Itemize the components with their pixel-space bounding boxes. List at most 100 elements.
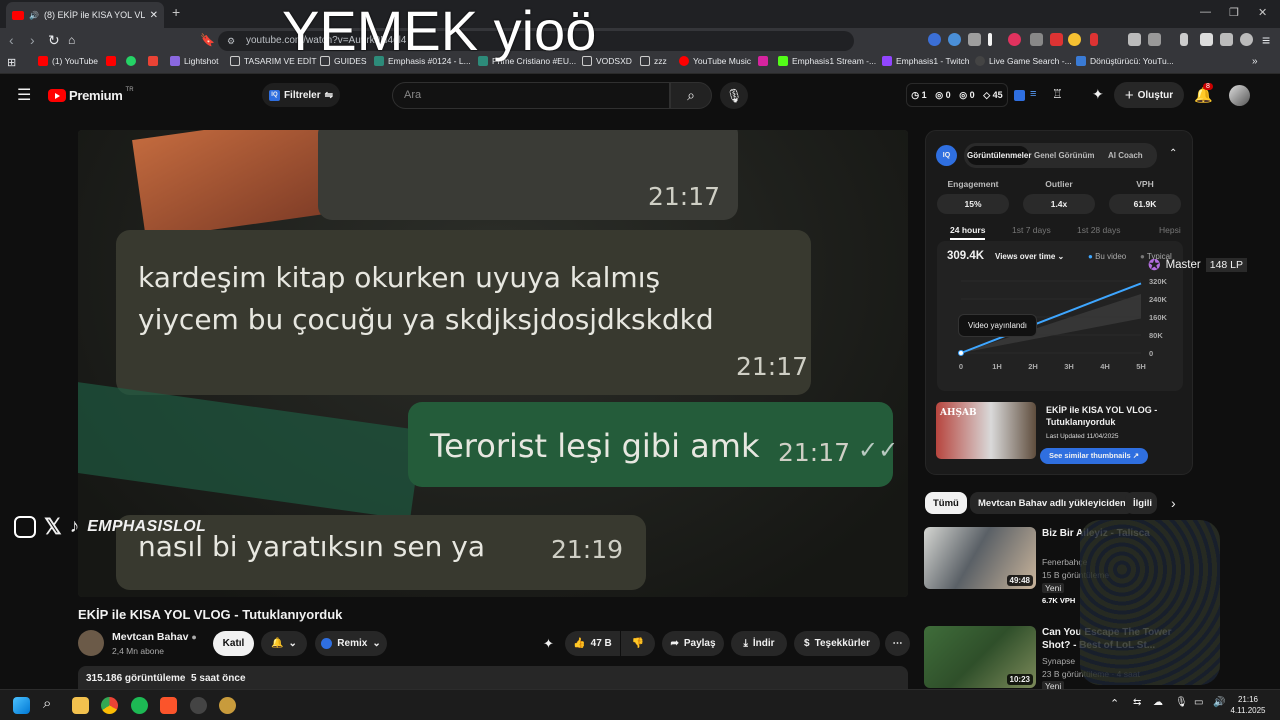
join-button[interactable]: Katıl bbox=[213, 631, 254, 656]
search-button[interactable]: ⌕ bbox=[670, 82, 712, 109]
subscribe-bell-button[interactable]: 🔔 ⌄ bbox=[261, 631, 307, 656]
sparkle-icon[interactable]: ✦ bbox=[1092, 86, 1104, 103]
collapse-icon[interactable]: ⌃ bbox=[1169, 148, 1177, 159]
filters-button[interactable]: IQ Filtreler ⇋ bbox=[262, 83, 340, 107]
bookmark-kick[interactable]: Emphasis1 Stream -... bbox=[778, 56, 876, 66]
wallet-icon[interactable] bbox=[1220, 33, 1233, 46]
extension-icon[interactable] bbox=[988, 33, 992, 46]
windows-start-icon[interactable] bbox=[13, 697, 30, 714]
iq-badge-icon[interactable] bbox=[1014, 90, 1025, 101]
range-7d[interactable]: 1st 7 days bbox=[1012, 225, 1051, 235]
shield-icon[interactable] bbox=[1240, 33, 1253, 46]
more-actions-button[interactable]: ⋯ bbox=[885, 631, 910, 656]
message-text: Terorist leşi gibi amk bbox=[430, 427, 760, 465]
browser-tab[interactable]: 🔊 (8) EKİP ile KISA YOL VLOG - T ✕ bbox=[6, 2, 164, 28]
extension-icon[interactable] bbox=[968, 33, 981, 46]
more-bookmarks-icon[interactable]: » bbox=[1252, 56, 1258, 67]
bookmark-gmail[interactable] bbox=[148, 56, 158, 66]
channel-name[interactable]: Mevtcan Bahav ● bbox=[112, 631, 197, 643]
mic-icon[interactable]: 🎙 bbox=[1175, 697, 1188, 708]
bookmark-youtube[interactable]: (1) YouTube bbox=[38, 56, 98, 66]
range-all[interactable]: Hepsi bbox=[1159, 225, 1181, 235]
reload-icon[interactable]: ↻ bbox=[48, 32, 60, 48]
tray-icon[interactable]: ☁ bbox=[1153, 697, 1163, 708]
extension-icon[interactable] bbox=[1148, 33, 1161, 46]
extension-icon[interactable] bbox=[1008, 33, 1021, 46]
similar-thumbnails-button[interactable]: See similar thumbnails ↗ bbox=[1040, 448, 1149, 464]
youtube-logo[interactable]: Premium TR bbox=[48, 87, 134, 103]
channel-avatar[interactable] bbox=[78, 630, 104, 656]
download-button[interactable]: ⤓ İndir bbox=[731, 631, 787, 656]
extension-icon[interactable] bbox=[928, 33, 941, 46]
bookmark-lightshot[interactable]: Lightshot bbox=[170, 56, 219, 66]
voice-search-button[interactable]: 🎙 bbox=[720, 82, 748, 109]
bookmark-twitch[interactable]: Emphasis1 - Twitch bbox=[882, 56, 970, 66]
share-button[interactable]: ➦ Paylaş bbox=[662, 631, 724, 656]
chevron-right-icon[interactable]: › bbox=[1171, 495, 1176, 511]
message-time: 21:17 bbox=[778, 438, 851, 467]
bookmark-instagram[interactable] bbox=[758, 56, 768, 66]
back-arrow-icon[interactable]: ‹ bbox=[9, 32, 14, 48]
bookmark-youtube-red[interactable] bbox=[106, 56, 116, 66]
list-icon[interactable]: ≡ bbox=[1030, 88, 1036, 100]
extension-icon[interactable] bbox=[1090, 33, 1098, 46]
new-tab-button[interactable]: + bbox=[172, 4, 180, 20]
range-28d[interactable]: 1st 28 days bbox=[1077, 225, 1120, 235]
extension-icon[interactable] bbox=[1068, 33, 1081, 46]
tray-chevron-icon[interactable]: ⌃ bbox=[1110, 697, 1119, 710]
chrome-icon[interactable] bbox=[101, 697, 118, 714]
trophy-icon[interactable]: ♖ bbox=[1052, 87, 1063, 101]
tab-views[interactable]: Görüntülenmeler bbox=[967, 146, 1031, 165]
minimize-button[interactable]: — bbox=[1200, 6, 1211, 18]
bookmark-whatsapp[interactable] bbox=[126, 56, 136, 66]
bookmark-live-game[interactable]: Live Game Search -... bbox=[975, 56, 1072, 66]
tray-icon[interactable]: ⇆ bbox=[1133, 697, 1141, 708]
thanks-button[interactable]: $ Teşekkürler bbox=[794, 631, 880, 656]
remix-button[interactable]: Remix ⌄ bbox=[315, 631, 387, 656]
extension-icon[interactable] bbox=[1050, 33, 1063, 46]
close-tab-icon[interactable]: ✕ bbox=[150, 10, 158, 21]
network-icon[interactable]: ▭ bbox=[1194, 697, 1203, 708]
sparkle-icon[interactable]: ✦ bbox=[543, 636, 554, 652]
search-icon[interactable]: ⌕ bbox=[43, 695, 60, 712]
league-icon[interactable] bbox=[219, 697, 236, 714]
chip-related[interactable]: İlgili bbox=[1125, 492, 1157, 514]
forward-arrow-icon[interactable]: › bbox=[30, 32, 35, 48]
tab-overview[interactable]: Genel Görünüm bbox=[1034, 151, 1094, 160]
like-button[interactable]: 👍 47 B bbox=[565, 631, 620, 656]
video-duration: 10:23 bbox=[1006, 674, 1033, 685]
bookmark-yt-music[interactable]: YouTube Music bbox=[679, 56, 751, 66]
music-icon[interactable] bbox=[1180, 33, 1188, 46]
hamburger-menu-icon[interactable]: ☰ bbox=[17, 85, 31, 105]
puzzle-icon[interactable] bbox=[1128, 33, 1141, 46]
home-icon[interactable]: ⌂ bbox=[68, 32, 75, 48]
video-summary[interactable]: AHŞAB bbox=[936, 402, 1036, 459]
social-watermark: 𝕏 ♪ EMPHASISLOL bbox=[14, 514, 206, 540]
chip-all[interactable]: Tümü bbox=[925, 492, 967, 514]
chip-uploader[interactable]: Mevtcan Bahav adlı yükleyiciden bbox=[970, 492, 1134, 514]
menu-icon[interactable]: ≡ bbox=[1262, 32, 1270, 48]
sidebar-icon[interactable] bbox=[1200, 33, 1213, 46]
bookmark-folder[interactable]: zzz bbox=[640, 56, 667, 66]
range-24h[interactable]: 24 hours bbox=[950, 225, 986, 240]
extension-icon[interactable] bbox=[1030, 33, 1043, 46]
tab-ai-coach[interactable]: AI Coach bbox=[1108, 151, 1143, 160]
bookmark-icon[interactable]: 🔖 bbox=[200, 32, 215, 48]
close-window-button[interactable]: ✕ bbox=[1258, 6, 1267, 19]
search-input[interactable]: Ara bbox=[392, 82, 670, 109]
brave-icon[interactable] bbox=[160, 697, 177, 714]
avatar[interactable] bbox=[1229, 85, 1250, 106]
dislike-button[interactable]: 👎 bbox=[621, 631, 655, 656]
clock[interactable]: 21:16 4.11.2025 bbox=[1230, 694, 1266, 716]
file-explorer-icon[interactable] bbox=[72, 697, 89, 714]
extension-icon[interactable] bbox=[948, 33, 961, 46]
spotify-icon[interactable] bbox=[131, 697, 148, 714]
maximize-button[interactable]: ❐ bbox=[1229, 6, 1239, 19]
app-icon[interactable] bbox=[190, 697, 207, 714]
apps-icon[interactable]: ⊞ bbox=[7, 56, 16, 69]
create-button[interactable]: + Oluştur bbox=[1114, 82, 1184, 108]
description-box[interactable]: 315.186 görüntüleme 5 saat önce bbox=[78, 666, 908, 689]
bookmark-converter[interactable]: Dönüştürücü: YouTu... bbox=[1076, 56, 1174, 66]
volume-icon[interactable]: 🔊 bbox=[1213, 697, 1225, 708]
views-mode-dropdown[interactable]: Views over time ⌄ bbox=[995, 252, 1064, 261]
